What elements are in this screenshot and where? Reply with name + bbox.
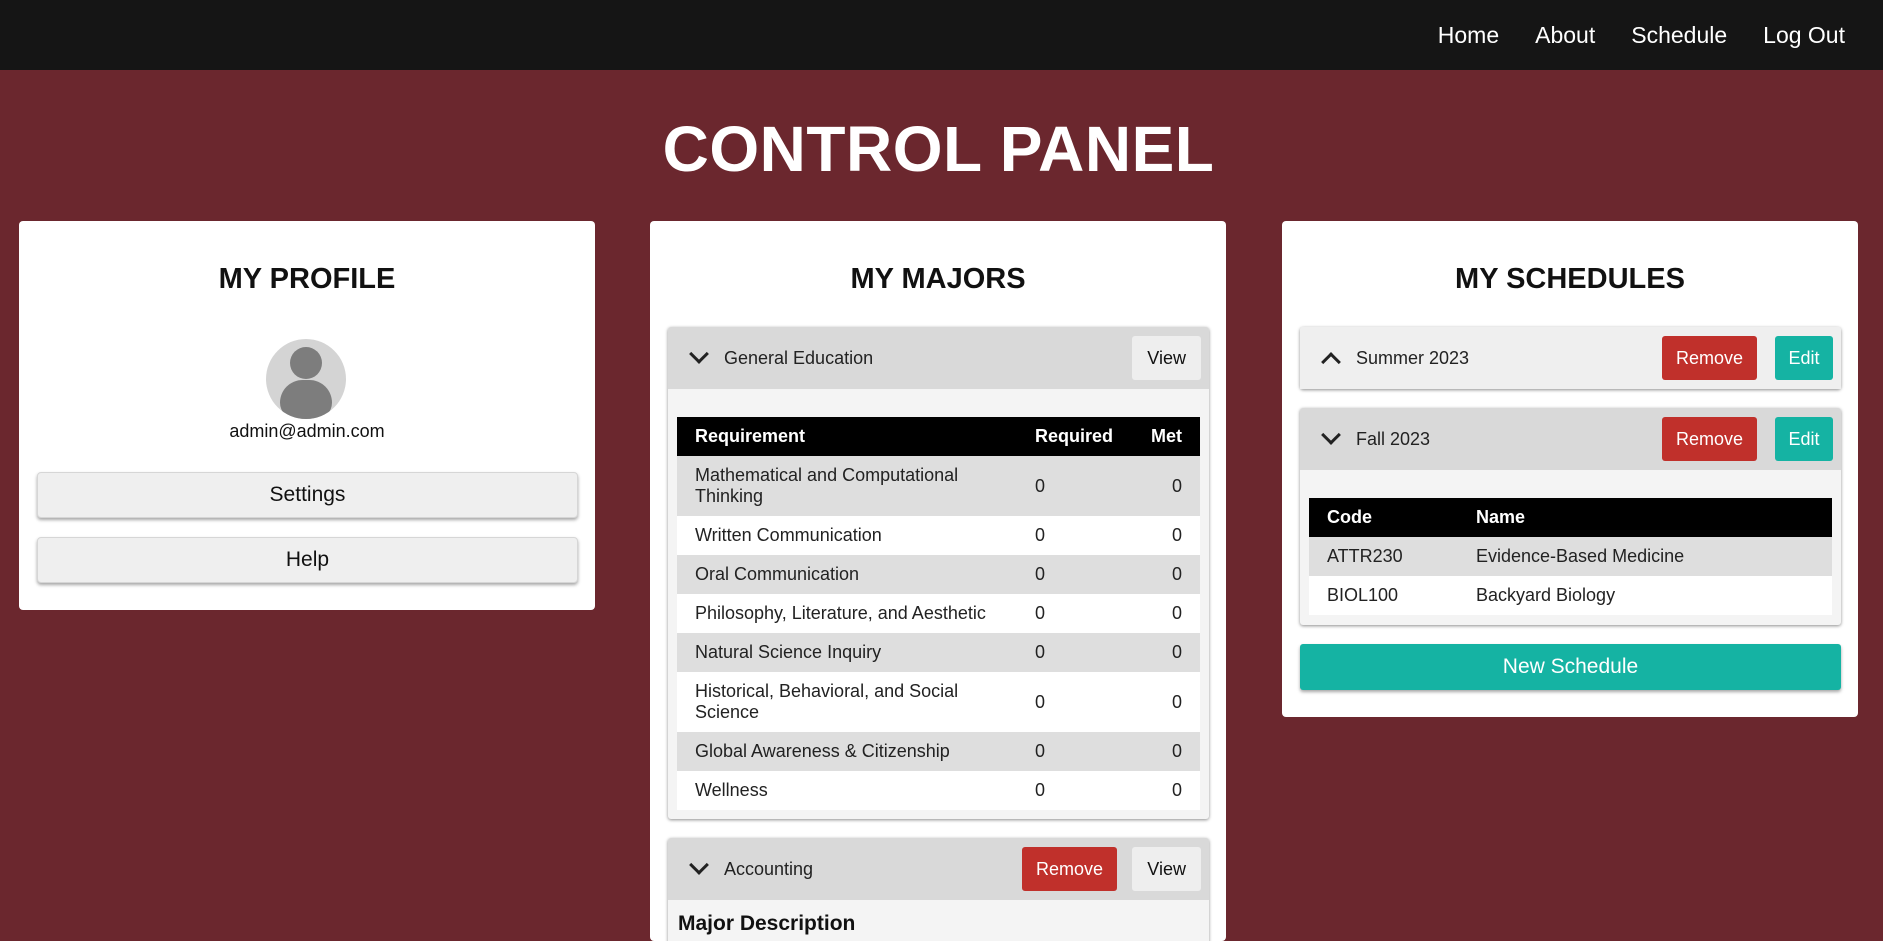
required-cell: 0 — [1017, 456, 1127, 516]
major-name: Accounting — [724, 858, 814, 879]
chevron-down-icon[interactable] — [689, 855, 709, 875]
edit-schedule-button[interactable]: Edit — [1775, 417, 1833, 461]
table-row: BIOL100 Backyard Biology — [1309, 576, 1832, 615]
schedules-card: MY SCHEDULES Summer 2023 Remove Edit Fal… — [1282, 221, 1858, 717]
met-cell: 0 — [1127, 594, 1200, 633]
view-major-button[interactable]: View — [1132, 847, 1201, 891]
table-row: Written Communication 0 0 — [677, 516, 1200, 555]
schedule-accordion-header[interactable]: Fall 2023 Remove Edit — [1300, 408, 1841, 470]
table-row: Philosophy, Literature, and Aesthetic 0 … — [677, 594, 1200, 633]
column-header-required: Required — [1017, 417, 1127, 456]
course-name-cell: Backyard Biology — [1458, 576, 1832, 615]
requirement-cell: Mathematical and Computational Thinking — [677, 456, 1017, 516]
chevron-down-icon[interactable] — [689, 344, 709, 364]
major-name: General Education — [724, 347, 874, 368]
table-row: Historical, Behavioral, and Social Scien… — [677, 672, 1200, 732]
requirement-cell: Wellness — [677, 771, 1017, 810]
majors-title: MY MAJORS — [850, 263, 1026, 295]
table-row: Mathematical and Computational Thinking … — [677, 456, 1200, 516]
column-header-code: Code — [1309, 498, 1458, 537]
column-header-requirement: Requirement — [677, 417, 1017, 456]
avatar-icon — [266, 339, 346, 419]
major-accordion-header[interactable]: General Education View — [668, 327, 1209, 389]
nav-about-link[interactable]: About — [1535, 22, 1595, 49]
met-cell: 0 — [1127, 771, 1200, 810]
course-code-cell: BIOL100 — [1309, 576, 1458, 615]
requirement-cell: Written Communication — [677, 516, 1017, 555]
top-navbar: Home About Schedule Log Out — [0, 0, 1883, 70]
profile-email: admin@admin.com — [229, 421, 385, 441]
required-cell: 0 — [1017, 633, 1127, 672]
table-header-row: Code Name — [1309, 498, 1832, 537]
met-cell: 0 — [1127, 516, 1200, 555]
met-cell: 0 — [1127, 555, 1200, 594]
schedules-title: MY SCHEDULES — [1455, 263, 1685, 295]
remove-schedule-button[interactable]: Remove — [1661, 417, 1757, 461]
help-button[interactable]: Help — [37, 537, 578, 583]
schedule-name: Fall 2023 — [1356, 428, 1431, 449]
majors-card: MY MAJORS General Education View Require… — [650, 221, 1226, 941]
view-major-button[interactable]: View — [1132, 336, 1201, 380]
met-cell: 0 — [1127, 456, 1200, 516]
column-header-met: Met — [1127, 417, 1200, 456]
requirement-cell: Philosophy, Literature, and Aesthetic — [677, 594, 1017, 633]
required-cell: 0 — [1017, 594, 1127, 633]
schedule-accordion-fall-2023: Fall 2023 Remove Edit Code Name ATTR230 … — [1300, 408, 1841, 625]
courses-table: Code Name ATTR230 Evidence-Based Medicin… — [1309, 498, 1832, 615]
remove-major-button[interactable]: Remove — [1021, 847, 1117, 891]
profile-card: MY PROFILE admin@admin.com Settings Help — [19, 221, 595, 610]
remove-schedule-button[interactable]: Remove — [1661, 336, 1757, 380]
table-row: Natural Science Inquiry 0 0 — [677, 633, 1200, 672]
table-row: Oral Communication 0 0 — [677, 555, 1200, 594]
schedule-accordion-header[interactable]: Summer 2023 Remove Edit — [1300, 327, 1841, 389]
requirements-table: Requirement Required Met Mathematical an… — [677, 417, 1200, 810]
requirement-cell: Global Awareness & Citizenship — [677, 732, 1017, 771]
requirement-cell: Historical, Behavioral, and Social Scien… — [677, 672, 1017, 732]
chevron-up-icon[interactable] — [1321, 352, 1341, 372]
required-cell: 0 — [1017, 771, 1127, 810]
required-cell: 0 — [1017, 516, 1127, 555]
profile-title: MY PROFILE — [218, 263, 396, 295]
major-accordion-general-education: General Education View Requirement Requi… — [668, 327, 1209, 819]
met-cell: 0 — [1127, 672, 1200, 732]
column-header-name: Name — [1458, 498, 1832, 537]
schedule-accordion-summer-2023: Summer 2023 Remove Edit — [1300, 327, 1841, 389]
table-row: ATTR230 Evidence-Based Medicine — [1309, 537, 1832, 576]
nav-logout-link[interactable]: Log Out — [1763, 22, 1845, 49]
table-header-row: Requirement Required Met — [677, 417, 1200, 456]
nav-home-link[interactable]: Home — [1438, 22, 1499, 49]
required-cell: 0 — [1017, 672, 1127, 732]
course-code-cell: ATTR230 — [1309, 537, 1458, 576]
requirement-cell: Oral Communication — [677, 555, 1017, 594]
new-schedule-button[interactable]: New Schedule — [1300, 644, 1841, 690]
page-title: CONTROL PANEL — [662, 113, 1215, 185]
nav-schedule-link[interactable]: Schedule — [1631, 22, 1727, 49]
course-name-cell: Evidence-Based Medicine — [1458, 537, 1832, 576]
requirement-cell: Natural Science Inquiry — [677, 633, 1017, 672]
major-accordion-header[interactable]: Accounting Remove View — [668, 838, 1209, 900]
major-description-heading: Major Description — [678, 912, 856, 935]
table-row: Wellness 0 0 — [677, 771, 1200, 810]
table-row: Global Awareness & Citizenship 0 0 — [677, 732, 1200, 771]
met-cell: 0 — [1127, 732, 1200, 771]
chevron-down-icon[interactable] — [1321, 425, 1341, 445]
settings-button[interactable]: Settings — [37, 472, 578, 518]
major-accordion-accounting: Accounting Remove View Major Description — [668, 838, 1209, 941]
required-cell: 0 — [1017, 555, 1127, 594]
met-cell: 0 — [1127, 633, 1200, 672]
schedule-name: Summer 2023 — [1356, 347, 1470, 368]
required-cell: 0 — [1017, 732, 1127, 771]
edit-schedule-button[interactable]: Edit — [1775, 336, 1833, 380]
